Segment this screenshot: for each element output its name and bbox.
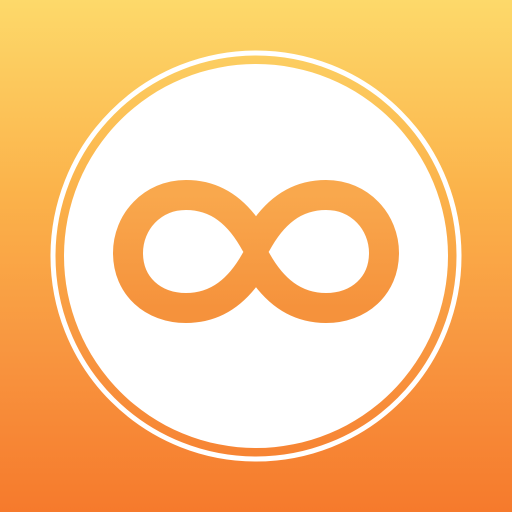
app-icon [0,0,512,512]
app-icon-graphic [0,0,512,512]
